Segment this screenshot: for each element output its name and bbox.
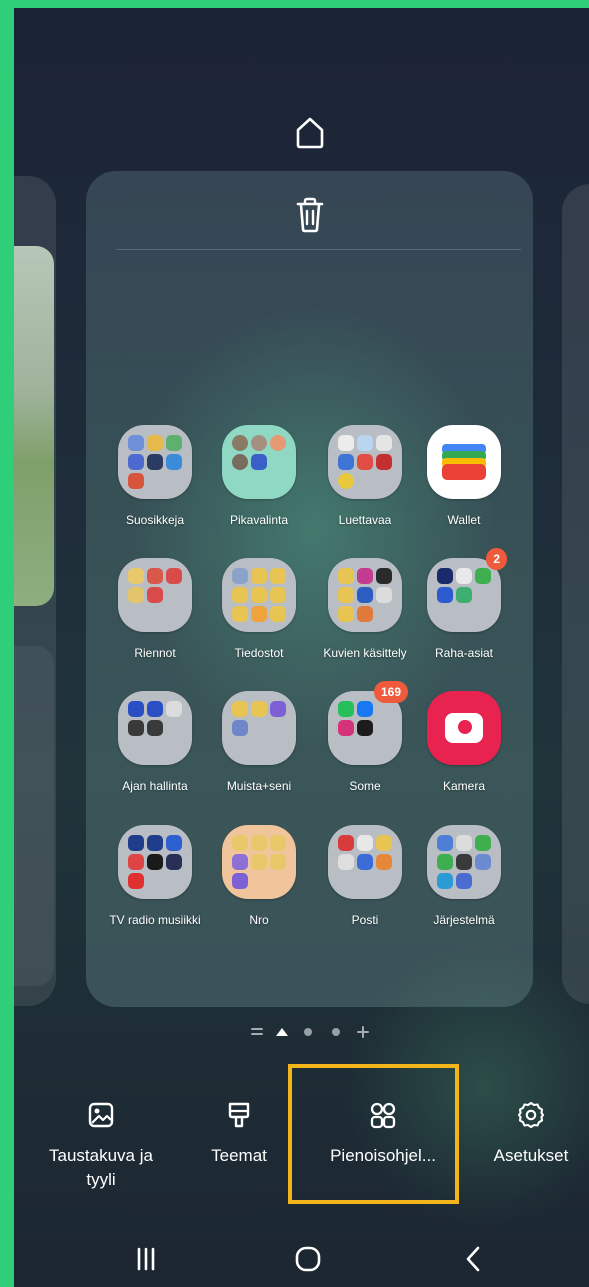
folder-ajan-hallinta[interactable]: Ajan hallinta <box>102 691 208 793</box>
folder-icon <box>328 425 402 499</box>
highlight-annotation-box <box>288 1064 459 1204</box>
app-label: Raha-asiat <box>434 646 494 660</box>
home-button-icon[interactable] <box>288 1241 328 1277</box>
back-icon[interactable] <box>454 1241 494 1277</box>
folder-tv-radio-musiikki[interactable]: TV radio musiikki <box>102 825 208 927</box>
folder-icon <box>427 825 501 899</box>
widget-preview-image <box>14 646 54 986</box>
wallpaper-icon <box>88 1102 114 1128</box>
recent-apps-icon[interactable] <box>126 1241 166 1277</box>
folder-tiedostot[interactable]: Tiedostot <box>206 558 312 660</box>
folder-icon <box>222 825 296 899</box>
previous-page-preview[interactable] <box>14 176 56 1006</box>
themes-label: Teemat <box>211 1146 267 1165</box>
app-label: Suosikkeja <box>125 513 185 527</box>
themes-button[interactable]: Teemat <box>194 1100 284 1168</box>
app-label: Luettavaa <box>338 513 392 527</box>
wallpaper-style-label: Taustakuva ja tyyli <box>49 1146 153 1189</box>
folder-pikavalinta[interactable]: Pikavalinta <box>206 425 312 527</box>
themes-brush-icon <box>228 1102 250 1128</box>
folder-suosikkeja[interactable]: Suosikkeja <box>102 425 208 527</box>
card-divider <box>116 249 521 250</box>
current-page-card[interactable]: Suosikkeja Pikavalinta Luettavaa Wallet … <box>86 171 533 1007</box>
app-label: Järjestelmä <box>433 913 495 927</box>
notification-badge: 2 <box>486 548 507 570</box>
next-page-preview[interactable] <box>562 184 589 1004</box>
app-label: Nro <box>249 913 269 927</box>
page-indicator[interactable] <box>250 1024 380 1040</box>
folder-icon <box>328 825 402 899</box>
app-kamera[interactable]: Kamera <box>411 691 517 793</box>
folder-icon: 2 <box>427 548 507 632</box>
delete-page-trash-icon[interactable] <box>291 195 329 235</box>
app-label: Some <box>349 779 381 793</box>
folder-icon <box>222 425 296 499</box>
app-label: Wallet <box>447 513 481 527</box>
camera-icon <box>427 691 501 765</box>
app-label: Riennot <box>134 646 176 660</box>
folder-kuvien-kasittely[interactable]: Kuvien käsittely <box>312 558 418 660</box>
folder-icon <box>118 825 192 899</box>
app-wallet[interactable]: Wallet <box>411 425 517 527</box>
folder-riennot[interactable]: Riennot <box>102 558 208 660</box>
folder-icon <box>222 691 296 765</box>
app-label: Kamera <box>442 779 486 793</box>
folder-icon <box>118 558 192 632</box>
system-navigation-bar <box>14 1233 589 1283</box>
folder-icon <box>222 558 296 632</box>
folder-luettavaa[interactable]: Luettavaa <box>312 425 418 527</box>
app-label: Pikavalinta <box>229 513 289 527</box>
app-label: Posti <box>351 913 379 927</box>
folder-some[interactable]: 169 Some <box>312 681 418 793</box>
folder-posti[interactable]: Posti <box>312 825 418 927</box>
notification-badge: 169 <box>373 681 408 703</box>
app-label: Tiedostot <box>234 646 284 660</box>
gear-icon <box>517 1101 545 1129</box>
settings-label: Asetukset <box>493 1146 569 1165</box>
folder-icon <box>118 425 192 499</box>
app-label: Ajan hallinta <box>122 779 188 793</box>
widget-preview-image <box>14 246 54 606</box>
folder-icon <box>328 558 402 632</box>
app-label: Kuvien käsittely <box>323 646 407 660</box>
app-label: TV radio musiikki <box>109 913 201 927</box>
folder-nro[interactable]: Nro <box>206 825 312 927</box>
folder-icon <box>118 691 192 765</box>
wallet-icon <box>427 425 501 499</box>
set-home-page-icon[interactable] <box>290 112 330 152</box>
app-label: Muista+seni <box>226 779 292 793</box>
folder-muista-seni[interactable]: Muista+seni <box>206 691 312 793</box>
folder-jarjestelma[interactable]: Järjestelmä <box>411 825 517 927</box>
folder-raha-asiat[interactable]: 2 Raha-asiat <box>411 548 517 660</box>
settings-button[interactable]: Asetukset <box>476 1100 586 1168</box>
wallpaper-style-button[interactable]: Taustakuva ja tyyli <box>36 1100 166 1192</box>
folder-icon: 169 <box>328 681 408 765</box>
